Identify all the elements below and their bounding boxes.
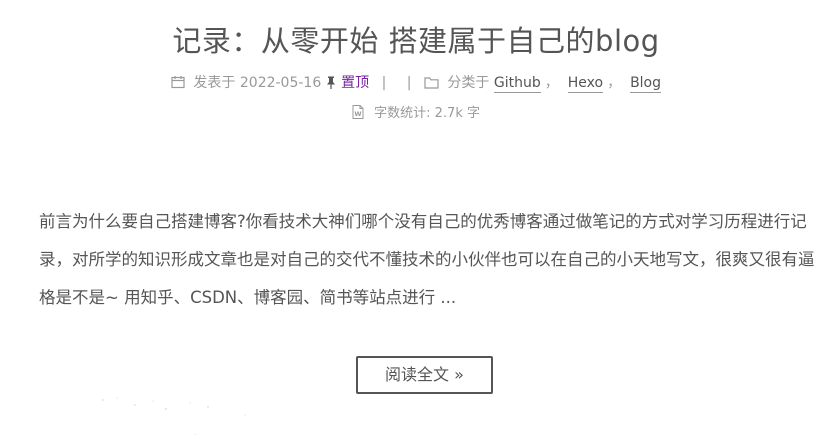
word-count-value: 2.7k bbox=[434, 106, 463, 121]
post-excerpt: 前言为什么要自己搭建博客?你看技术大神们哪个没有自己的优秀博客通过做笔记的方式对… bbox=[39, 212, 815, 307]
posted-date-item: 发表于 2022-05-16 bbox=[171, 72, 321, 93]
category-separator: ， bbox=[544, 75, 559, 91]
category-link-hexo[interactable]: Hexo bbox=[567, 75, 604, 93]
svg-text:W: W bbox=[354, 110, 361, 118]
word-count-unit: 字 bbox=[467, 106, 481, 121]
posted-date: 2022-05-16 bbox=[239, 75, 322, 91]
category-link-blog[interactable]: Blog bbox=[630, 75, 662, 93]
meta-divider: | bbox=[381, 74, 387, 91]
category-label: 分类于 bbox=[447, 75, 490, 91]
calendar-icon bbox=[171, 75, 185, 93]
post-block: 记录：从零开始 搭建属于自己的blog 发表于 2022-05-16 置顶 | … bbox=[0, 0, 832, 439]
post-meta: 发表于 2022-05-16 置顶 | | 分类于 Github， Hexo， Bl bbox=[0, 72, 832, 93]
post-title[interactable]: 记录：从零开始 搭建属于自己的blog bbox=[0, 18, 832, 60]
category-separator: ， bbox=[607, 75, 622, 91]
category-item: 分类于 Github， Hexo， Blog bbox=[424, 72, 662, 93]
sticky-label: 置顶 bbox=[341, 75, 370, 91]
folder-icon bbox=[424, 76, 439, 93]
category-link-github[interactable]: Github bbox=[493, 75, 541, 93]
word-count-label: 字数统计: bbox=[374, 106, 431, 121]
meta-divider: | bbox=[406, 74, 412, 91]
word-file-icon: W bbox=[352, 105, 364, 123]
background-speckle bbox=[102, 397, 246, 435]
posted-label: 发表于 bbox=[193, 75, 236, 91]
sticky-item: 置顶 bbox=[326, 72, 369, 93]
read-more-button[interactable]: 阅读全文 » bbox=[356, 356, 493, 394]
pushpin-icon bbox=[326, 76, 336, 93]
word-count: W 字数统计: 2.7k 字 bbox=[0, 102, 832, 123]
